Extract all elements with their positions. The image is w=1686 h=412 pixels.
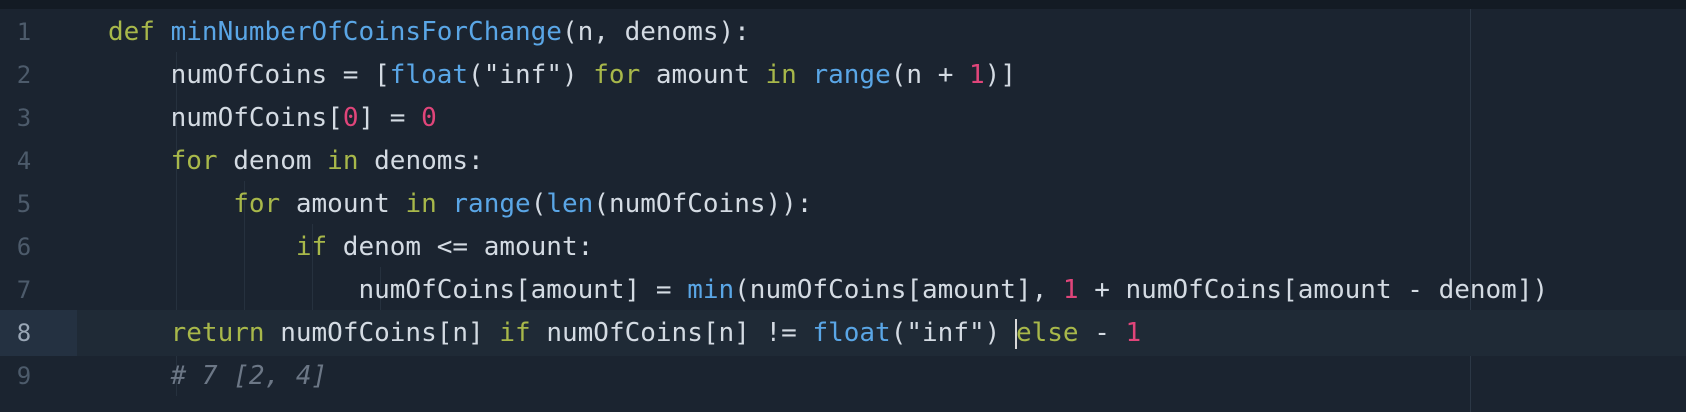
code-token: def bbox=[108, 17, 155, 47]
code-line[interactable]: 5 for amount in range(len(numOfCoins)): bbox=[0, 181, 1686, 227]
code-token: len bbox=[546, 189, 594, 219]
code-token: else bbox=[1015, 318, 1079, 348]
code-token: (n, denoms): bbox=[561, 17, 750, 47]
code-token: return bbox=[170, 318, 265, 348]
code-token: numOfCoins[ bbox=[108, 103, 343, 133]
code-token: (numOfCoins[amount], bbox=[734, 275, 1063, 305]
code-token: float bbox=[812, 318, 891, 348]
line-number: 1 bbox=[16, 18, 32, 46]
code-token: if bbox=[295, 232, 328, 262]
code-text[interactable]: if denom <= amount: bbox=[108, 224, 593, 270]
code-line[interactable]: 8 return numOfCoins[n] if numOfCoins[n] … bbox=[0, 310, 1686, 356]
code-token: numOfCoins[n] != bbox=[530, 318, 813, 348]
line-number: 8 bbox=[16, 319, 32, 347]
code-token: # 7 [2, 4] bbox=[170, 361, 328, 391]
code-token: in bbox=[327, 146, 359, 176]
code-text[interactable]: for amount in range(len(numOfCoins)): bbox=[108, 181, 812, 227]
line-number: 3 bbox=[16, 104, 32, 132]
code-token: minNumberOfCoinsForChange bbox=[170, 17, 562, 47]
code-token: if bbox=[499, 318, 531, 348]
code-token: 0 bbox=[342, 103, 359, 133]
code-token: amount bbox=[640, 60, 766, 90]
code-token: denom <= amount: bbox=[327, 232, 594, 262]
code-line[interactable]: 9 # 7 [2, 4] bbox=[0, 353, 1686, 399]
code-token: (n + bbox=[890, 60, 970, 90]
code-token: numOfCoins[amount] = bbox=[108, 275, 688, 305]
code-token: denom bbox=[217, 146, 328, 176]
code-line[interactable]: 2 numOfCoins = [float("inf") for amount … bbox=[0, 52, 1686, 98]
code-text[interactable]: return numOfCoins[n] if numOfCoins[n] !=… bbox=[108, 310, 1141, 356]
code-token: range bbox=[812, 60, 891, 90]
code-token: 0 bbox=[421, 103, 437, 133]
code-token: for bbox=[593, 60, 641, 90]
code-text[interactable]: def minNumberOfCoinsForChange(n, denoms)… bbox=[108, 9, 750, 55]
code-token: min bbox=[687, 275, 735, 305]
code-token: 1 bbox=[1125, 318, 1142, 348]
line-number: 2 bbox=[16, 61, 32, 89]
line-number: 4 bbox=[16, 147, 32, 175]
code-token: for bbox=[233, 189, 281, 219]
code-token: amount bbox=[280, 189, 406, 219]
code-token: in bbox=[405, 189, 437, 219]
code-text[interactable]: # 7 [2, 4] bbox=[108, 353, 328, 399]
code-token: ("inf") bbox=[468, 60, 594, 90]
code-token: 1 bbox=[1062, 275, 1079, 305]
code-editor[interactable]: 1 def minNumberOfCoinsForChange(n, denoms… bbox=[0, 0, 1686, 412]
code-token: ] = bbox=[358, 103, 422, 133]
code-token: float bbox=[389, 60, 469, 90]
code-token: 1 bbox=[969, 60, 985, 90]
editor-top-strip bbox=[0, 0, 1686, 9]
code-line[interactable]: 1 def minNumberOfCoinsForChange(n, denoms… bbox=[0, 9, 1686, 55]
code-line[interactable]: 3 numOfCoins[0] = 0 bbox=[0, 95, 1686, 141]
code-line[interactable]: 6 if denom <= amount: bbox=[0, 224, 1686, 270]
code-token: in bbox=[765, 60, 797, 90]
line-number: 5 bbox=[16, 190, 32, 218]
code-text[interactable]: for denom in denoms: bbox=[108, 138, 484, 184]
code-text[interactable]: numOfCoins[amount] = min(numOfCoins[amou… bbox=[108, 267, 1548, 313]
line-number: 9 bbox=[16, 362, 32, 390]
code-line[interactable]: 4 for denom in denoms: bbox=[0, 138, 1686, 184]
code-token: numOfCoins = [ bbox=[108, 60, 390, 90]
code-text[interactable]: numOfCoins[0] = 0 bbox=[108, 95, 437, 141]
code-token: ( bbox=[530, 189, 547, 219]
line-number: 6 bbox=[16, 233, 32, 261]
code-token: (numOfCoins)): bbox=[593, 189, 813, 219]
code-token: - bbox=[1078, 318, 1126, 348]
code-line[interactable]: 7 numOfCoins[amount] = min(numOfCoins[am… bbox=[0, 267, 1686, 313]
code-text[interactable]: numOfCoins = [float("inf") for amount in… bbox=[108, 52, 1016, 98]
line-number: 7 bbox=[16, 276, 32, 304]
code-token: )] bbox=[984, 60, 1016, 90]
code-token: for bbox=[170, 146, 218, 176]
code-token: denoms: bbox=[358, 146, 484, 176]
code-token: + numOfCoins[amount - denom]) bbox=[1078, 275, 1549, 305]
code-token: ("inf") bbox=[890, 318, 1016, 348]
code-token: numOfCoins[n] bbox=[264, 318, 500, 348]
code-token: range bbox=[452, 189, 531, 219]
